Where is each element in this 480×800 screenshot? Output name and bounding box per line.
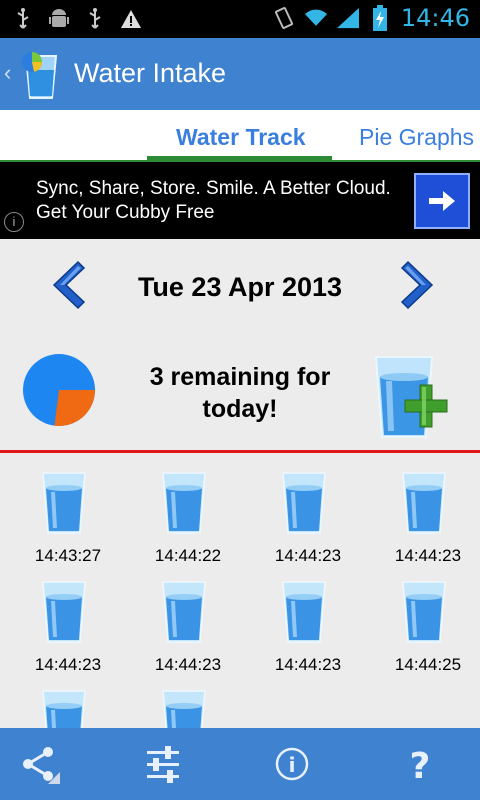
usb-icon — [84, 6, 106, 32]
pie-consumed-slice — [54, 390, 95, 427]
info-icon: i — [275, 747, 309, 781]
tab-pie-graphs[interactable]: Pie Graphs — [359, 124, 474, 151]
section-divider — [0, 450, 480, 453]
wifi-icon — [304, 5, 327, 31]
intake-entry[interactable]: 14:43:27 — [0, 470, 120, 570]
android-debug-icon — [48, 6, 70, 32]
system-icons: 14:46 — [273, 4, 470, 32]
remaining-line-2: today! — [202, 395, 278, 423]
date-navigator: Tue 23 Apr 2013 — [0, 250, 480, 320]
intake-time: 14:44:23 — [34, 655, 102, 674]
ad-arrow-button[interactable] — [414, 173, 470, 229]
water-glass-icon — [162, 690, 206, 728]
ad-subline: Get Your Cubby Free — [36, 202, 215, 223]
settings-button[interactable] — [141, 742, 185, 786]
water-glass-icon — [402, 581, 446, 643]
help-button[interactable]: ? — [398, 742, 442, 786]
water-glass-icon — [282, 472, 326, 534]
up-caret-icon[interactable]: ‹ — [4, 60, 11, 86]
status-clock: 14:46 — [400, 4, 470, 32]
usb-icon — [12, 6, 34, 32]
info-button[interactable]: i — [270, 742, 314, 786]
water-glass-icon — [282, 581, 326, 643]
status-bar: 14:46 — [0, 0, 480, 38]
intake-time: 14:44:23 — [274, 655, 342, 674]
warning-icon — [120, 6, 142, 32]
intake-entry[interactable] — [120, 688, 240, 728]
tab-bar: Water Track Pie Graphs — [0, 110, 480, 162]
intake-entry[interactable]: 14:44:25 — [360, 579, 480, 679]
sliders-icon — [147, 746, 179, 783]
tab-water-track[interactable]: Water Track — [176, 124, 306, 151]
intake-entry[interactable]: 14:44:22 — [120, 470, 240, 570]
remaining-message: 3 remaining for today! — [110, 361, 370, 425]
help-icon: ? — [410, 746, 431, 784]
action-bar: ‹ Water Intake — [0, 38, 480, 110]
intake-entry[interactable]: 14:44:23 — [240, 579, 360, 679]
vibrate-icon — [273, 5, 295, 31]
intake-entry[interactable]: 14:44:23 — [120, 579, 240, 679]
intake-entries-grid: 14:43:27 14:44:22 14:44:23 14:44:23 14:44:23… — [0, 470, 480, 728]
water-glass-icon — [162, 472, 206, 534]
water-glass-icon — [162, 581, 206, 643]
help-glyph: ? — [410, 746, 431, 784]
intake-time: 14:44:22 — [154, 546, 222, 565]
water-glass-app-icon[interactable] — [18, 50, 64, 100]
intake-entry[interactable]: 14:44:23 — [360, 470, 480, 570]
notification-icons — [12, 6, 142, 32]
bottom-action-bar: i ? — [0, 728, 480, 800]
battery-charging-icon — [369, 5, 391, 31]
water-glass-icon — [42, 472, 86, 534]
arrow-right-icon — [429, 191, 455, 211]
info-glyph: i — [289, 753, 296, 777]
progress-pie-chart — [23, 354, 95, 427]
water-glass-icon — [42, 581, 86, 643]
intake-time: 14:44:25 — [394, 655, 462, 674]
next-day-chevron-icon[interactable] — [398, 260, 438, 310]
signal-icon — [336, 5, 359, 31]
intake-entry[interactable]: 14:44:23 — [240, 470, 360, 570]
intake-entry[interactable] — [0, 688, 120, 728]
intake-time: 14:44:23 — [274, 546, 342, 565]
water-glass-icon — [42, 690, 86, 728]
intake-time: 14:43:27 — [34, 546, 102, 565]
intake-time: 14:44:23 — [154, 655, 222, 674]
add-glass-button[interactable] — [372, 351, 454, 441]
water-glass-icon — [402, 472, 446, 534]
ad-info-icon[interactable]: i — [4, 212, 24, 232]
intake-entry[interactable]: 14:44:23 — [0, 579, 120, 679]
ad-headline: Sync, Share, Store. Smile. A Better Clou… — [36, 178, 391, 199]
ad-banner[interactable]: Sync, Share, Store. Smile. A Better Clou… — [0, 162, 480, 239]
share-button[interactable] — [18, 742, 62, 786]
intake-time: 14:44:23 — [394, 546, 462, 565]
remaining-line-1: 3 remaining for — [149, 363, 331, 391]
daily-summary: 3 remaining for today! — [0, 345, 480, 445]
app-title: Water Intake — [74, 58, 227, 88]
share-icon — [23, 747, 60, 784]
